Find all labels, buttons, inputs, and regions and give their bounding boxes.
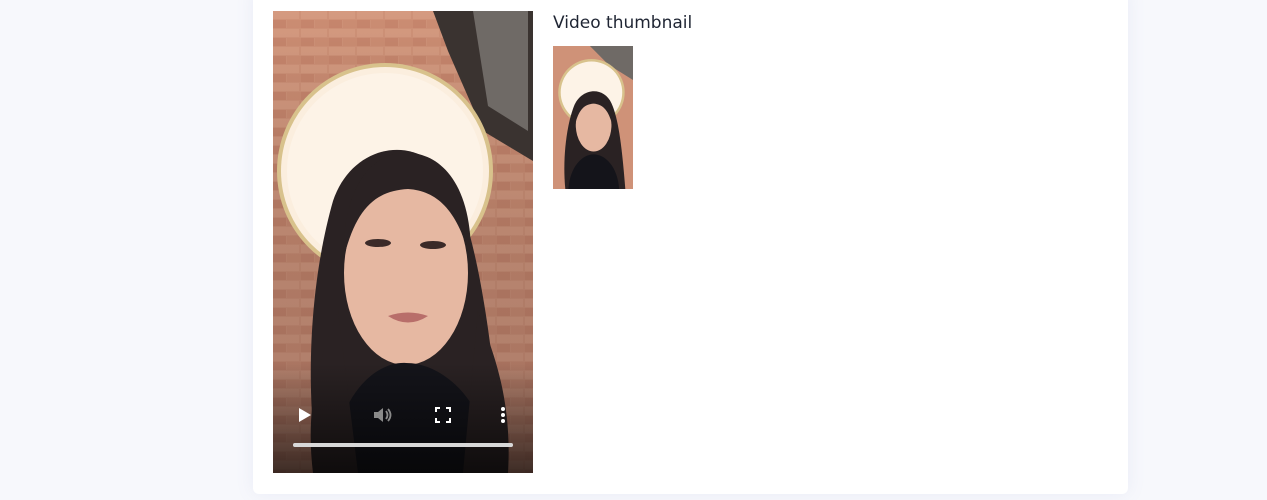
video-player[interactable] [273, 11, 533, 473]
volume-icon [374, 408, 392, 422]
progress-bar[interactable] [293, 443, 513, 447]
video-thumbnail [553, 46, 633, 189]
fullscreen-icon [435, 407, 451, 423]
thumbnail-heading: Video thumbnail [553, 13, 693, 33]
more-options-icon [501, 407, 505, 423]
thumbnail-image [553, 46, 633, 189]
play-button[interactable] [290, 401, 318, 429]
play-icon [299, 408, 311, 422]
mute-button[interactable] [369, 401, 397, 429]
more-options-button[interactable] [489, 401, 517, 429]
fullscreen-button[interactable] [429, 401, 457, 429]
progress-fill [293, 443, 513, 447]
